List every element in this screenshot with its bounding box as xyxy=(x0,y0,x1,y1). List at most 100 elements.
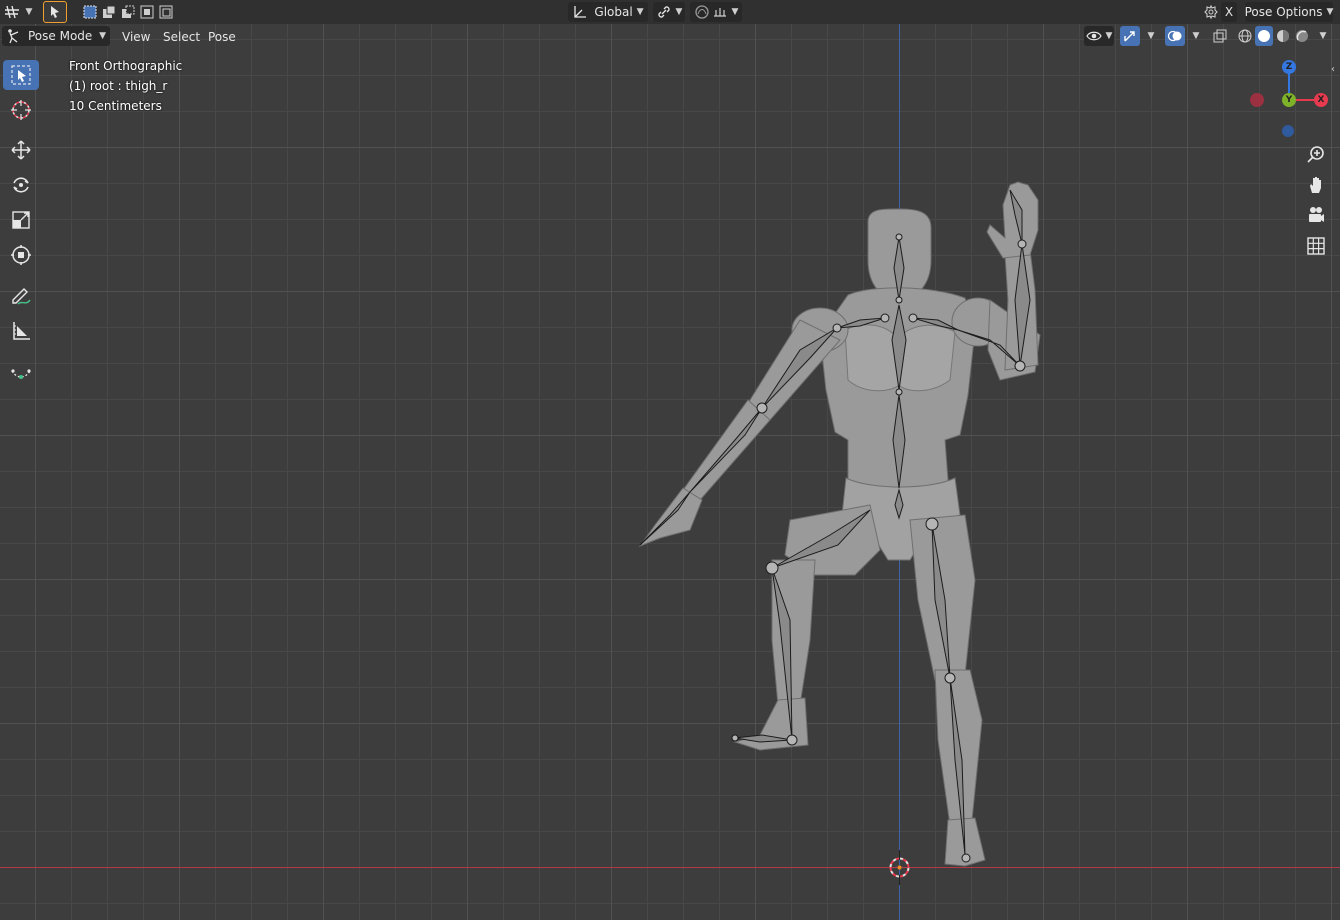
pan-view-button[interactable] xyxy=(1303,172,1329,198)
gizmo-neg-z-axis[interactable] xyxy=(1282,125,1294,137)
material-sphere-icon xyxy=(1277,30,1289,42)
link-icon xyxy=(657,6,670,18)
rotate-icon xyxy=(13,177,29,193)
viewport-3d[interactable] xyxy=(0,0,1340,920)
measure-icon xyxy=(13,322,30,340)
pose-options-label: Pose Options xyxy=(1244,5,1323,19)
material-shading-button[interactable] xyxy=(1274,26,1292,46)
chevron-down-icon: ▼ xyxy=(1326,7,1334,17)
select-subtract-icon xyxy=(122,5,135,18)
gizmo-z-axis[interactable]: Z xyxy=(1282,60,1296,74)
select-intersect-button[interactable] xyxy=(157,2,175,22)
active-object-label: (1) root : thigh_r xyxy=(69,79,168,93)
gizmo-dropdown[interactable]: ▼ xyxy=(1141,26,1157,46)
chevron-down-icon: ▼ xyxy=(1147,31,1155,41)
select-intersect-icon xyxy=(159,5,173,19)
relax-pose-icon xyxy=(11,369,31,379)
overlays-icon xyxy=(1167,30,1182,42)
grid-view-icon xyxy=(1307,237,1325,255)
chevron-down-icon: ▼ xyxy=(675,7,683,17)
tool-rotate[interactable] xyxy=(3,170,39,200)
overlays-toggle-button[interactable] xyxy=(1165,26,1185,46)
xray-icon xyxy=(1213,29,1227,43)
zoom-view-button[interactable] xyxy=(1303,142,1329,168)
chevron-down-icon: ▼ xyxy=(636,7,644,17)
pose-options-dropdown[interactable]: Pose Options ▼ xyxy=(1245,2,1333,22)
settings-gear-icon xyxy=(1204,4,1218,20)
chevron-down-icon: ▼ xyxy=(731,7,739,17)
select-box-icon xyxy=(11,65,31,85)
select-subtract-button[interactable] xyxy=(119,2,137,22)
menu-pose[interactable]: Pose xyxy=(202,27,242,47)
falloff-curve-icon xyxy=(713,8,726,17)
camera-icon xyxy=(1309,207,1324,222)
tool-transform[interactable] xyxy=(3,240,39,270)
tool-measure[interactable] xyxy=(3,316,39,346)
rendered-shading-button[interactable] xyxy=(1293,26,1311,46)
transform-orientation-label: Global xyxy=(594,5,633,19)
tool-relax-pose[interactable] xyxy=(3,357,39,387)
solid-shading-button[interactable] xyxy=(1255,26,1273,46)
menu-view[interactable]: View xyxy=(116,27,156,47)
tool-select-box[interactable] xyxy=(3,60,39,90)
overlay-settings-button[interactable] xyxy=(1200,2,1222,22)
xray-toggle-button[interactable] xyxy=(1210,26,1230,46)
gizmo-toggle-button[interactable] xyxy=(1120,26,1140,46)
proportional-edit-icon xyxy=(694,5,709,19)
gizmo-neg-x-axis[interactable] xyxy=(1250,93,1264,107)
solid-sphere-icon xyxy=(1258,30,1270,42)
gizmo-arrows-icon xyxy=(1124,31,1135,42)
eye-icon xyxy=(1085,31,1102,41)
chevron-down-icon: ▼ xyxy=(99,31,106,41)
chevron-down-icon: ▼ xyxy=(25,7,33,17)
tool-cursor[interactable] xyxy=(3,95,39,125)
view-name-label: Front Orthographic xyxy=(69,59,183,73)
orientation-axes-icon xyxy=(574,6,587,18)
wireframe-shading-button[interactable] xyxy=(1236,26,1254,46)
sidebar-toggle-arrow-icon[interactable]: ‹ xyxy=(1331,64,1335,75)
gizmo-y-label: Y xyxy=(1285,95,1293,105)
camera-view-button[interactable] xyxy=(1303,202,1329,228)
toggle-ortho-button[interactable] xyxy=(1303,233,1329,259)
shading-dropdown[interactable]: ▼ xyxy=(1313,26,1329,46)
annotate-icon xyxy=(12,288,31,305)
select-invert-button[interactable] xyxy=(138,2,156,22)
gizmo-z-label: Z xyxy=(1285,62,1293,72)
chevron-down-icon: ▼ xyxy=(1319,31,1327,41)
select-extend-icon xyxy=(103,5,116,18)
editor-type-button[interactable]: ▼ xyxy=(3,2,33,22)
tool-scale[interactable] xyxy=(3,205,39,235)
grid-scale-label: 10 Centimeters xyxy=(69,99,162,113)
close-x-button[interactable]: X xyxy=(1221,2,1237,22)
tool-move[interactable] xyxy=(3,135,39,165)
scale-icon xyxy=(12,211,30,229)
mode-dropdown[interactable]: Pose Mode ▼ xyxy=(2,26,110,46)
gizmo-x-axis[interactable]: X xyxy=(1314,93,1328,107)
mode-label: Pose Mode xyxy=(28,29,93,43)
transform-orientation-dropdown[interactable]: Global ▼ xyxy=(568,2,648,22)
menu-select[interactable]: Select xyxy=(157,27,206,47)
visibility-dropdown[interactable]: ▼ xyxy=(1084,26,1114,46)
pan-hand-icon xyxy=(1310,177,1321,193)
chevron-down-icon: ▼ xyxy=(1192,31,1200,41)
grid-editor-icon xyxy=(4,5,19,19)
pivot-point-dropdown[interactable]: ▼ xyxy=(653,2,685,22)
proportional-editing-dropdown[interactable]: ▼ xyxy=(690,2,742,22)
chevron-down-icon: ▼ xyxy=(1105,31,1113,41)
wireframe-sphere-icon xyxy=(1238,29,1252,43)
close-x-label: X xyxy=(1224,5,1234,19)
tool-annotate[interactable] xyxy=(3,281,39,311)
select-new-button[interactable] xyxy=(80,2,100,22)
blender-window: ▼ Global ▼ ▼ ▼ X Pose Options ▼ Pose Mod… xyxy=(0,0,1340,920)
gizmo-y-axis[interactable]: Y xyxy=(1282,93,1296,107)
cursor-icon xyxy=(11,100,31,120)
overlays-dropdown[interactable]: ▼ xyxy=(1186,26,1202,46)
pose-mode-icon xyxy=(8,29,19,44)
select-mode-button[interactable] xyxy=(43,1,67,23)
gizmo-x-label: X xyxy=(1317,95,1325,105)
cursor-arrow-icon xyxy=(51,6,59,18)
zoom-icon xyxy=(1307,146,1324,163)
select-extend-button[interactable] xyxy=(100,2,118,22)
transform-icon xyxy=(11,245,31,265)
select-invert-icon xyxy=(140,5,154,19)
